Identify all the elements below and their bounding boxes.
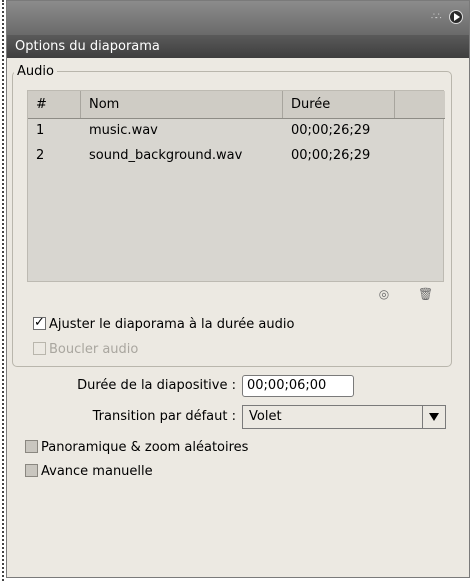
panel-top-bar: ∴∴ bbox=[7, 1, 469, 35]
row-name: sound_background.wav bbox=[89, 148, 243, 163]
pan-zoom-checkbox[interactable] bbox=[25, 440, 38, 453]
loop-icon[interactable]: ◎ bbox=[378, 288, 390, 300]
manual-advance-checkbox[interactable] bbox=[25, 464, 38, 477]
row-duration: 00;00;26;29 bbox=[291, 148, 371, 163]
pan-zoom-option[interactable]: Panoramique & zoom aléatoires bbox=[25, 439, 248, 457]
manual-advance-label: Avance manuelle bbox=[41, 464, 153, 479]
slide-duration-label: Durée de la diapositive : bbox=[77, 378, 236, 393]
panel-title: Options du diaporama bbox=[7, 35, 469, 58]
slide-duration-input[interactable]: 00;00;06;00 bbox=[242, 375, 354, 397]
fit-to-audio-checkbox[interactable] bbox=[33, 314, 46, 332]
table-row[interactable]: 1 music.wav 00;00;26;29 bbox=[28, 119, 445, 143]
panel-menu-icon[interactable] bbox=[449, 10, 463, 24]
transition-value: Volet bbox=[249, 409, 282, 424]
audio-table[interactable]: # Nom Durée 1 music.wav 00;00;26;29 2 so… bbox=[27, 90, 445, 282]
row-index: 1 bbox=[36, 123, 45, 138]
table-header: # Nom Durée bbox=[28, 91, 445, 119]
manual-advance-option[interactable]: Avance manuelle bbox=[25, 463, 153, 481]
default-transition-select[interactable]: Volet bbox=[242, 405, 446, 429]
column-header-empty bbox=[395, 91, 445, 118]
column-header-duration[interactable]: Durée bbox=[283, 91, 395, 118]
loop-audio-option: Boucler audio bbox=[33, 341, 138, 359]
column-header-index[interactable]: # bbox=[28, 91, 81, 118]
audio-legend: Audio bbox=[14, 64, 57, 79]
table-row[interactable]: 2 sound_background.wav 00;00;26;29 bbox=[28, 144, 445, 168]
drag-grip-icon[interactable]: ∴∴ bbox=[431, 12, 445, 22]
column-header-name[interactable]: Nom bbox=[81, 91, 283, 118]
loop-audio-checkbox bbox=[33, 342, 46, 355]
row-duration: 00;00;26;29 bbox=[291, 123, 371, 138]
trash-icon[interactable]: 🗑 bbox=[418, 288, 433, 300]
row-name: music.wav bbox=[89, 123, 158, 138]
pan-zoom-label: Panoramique & zoom aléatoires bbox=[41, 440, 249, 455]
fit-to-audio-option[interactable]: Ajuster le diaporama à la durée audio bbox=[33, 314, 295, 334]
dotted-border bbox=[2, 0, 4, 581]
loop-audio-label: Boucler audio bbox=[49, 342, 139, 357]
fit-to-audio-label: Ajuster le diaporama à la durée audio bbox=[49, 317, 295, 332]
default-transition-label: Transition par défaut : bbox=[92, 409, 236, 424]
row-index: 2 bbox=[36, 148, 45, 163]
chevron-down-icon[interactable] bbox=[422, 406, 445, 428]
